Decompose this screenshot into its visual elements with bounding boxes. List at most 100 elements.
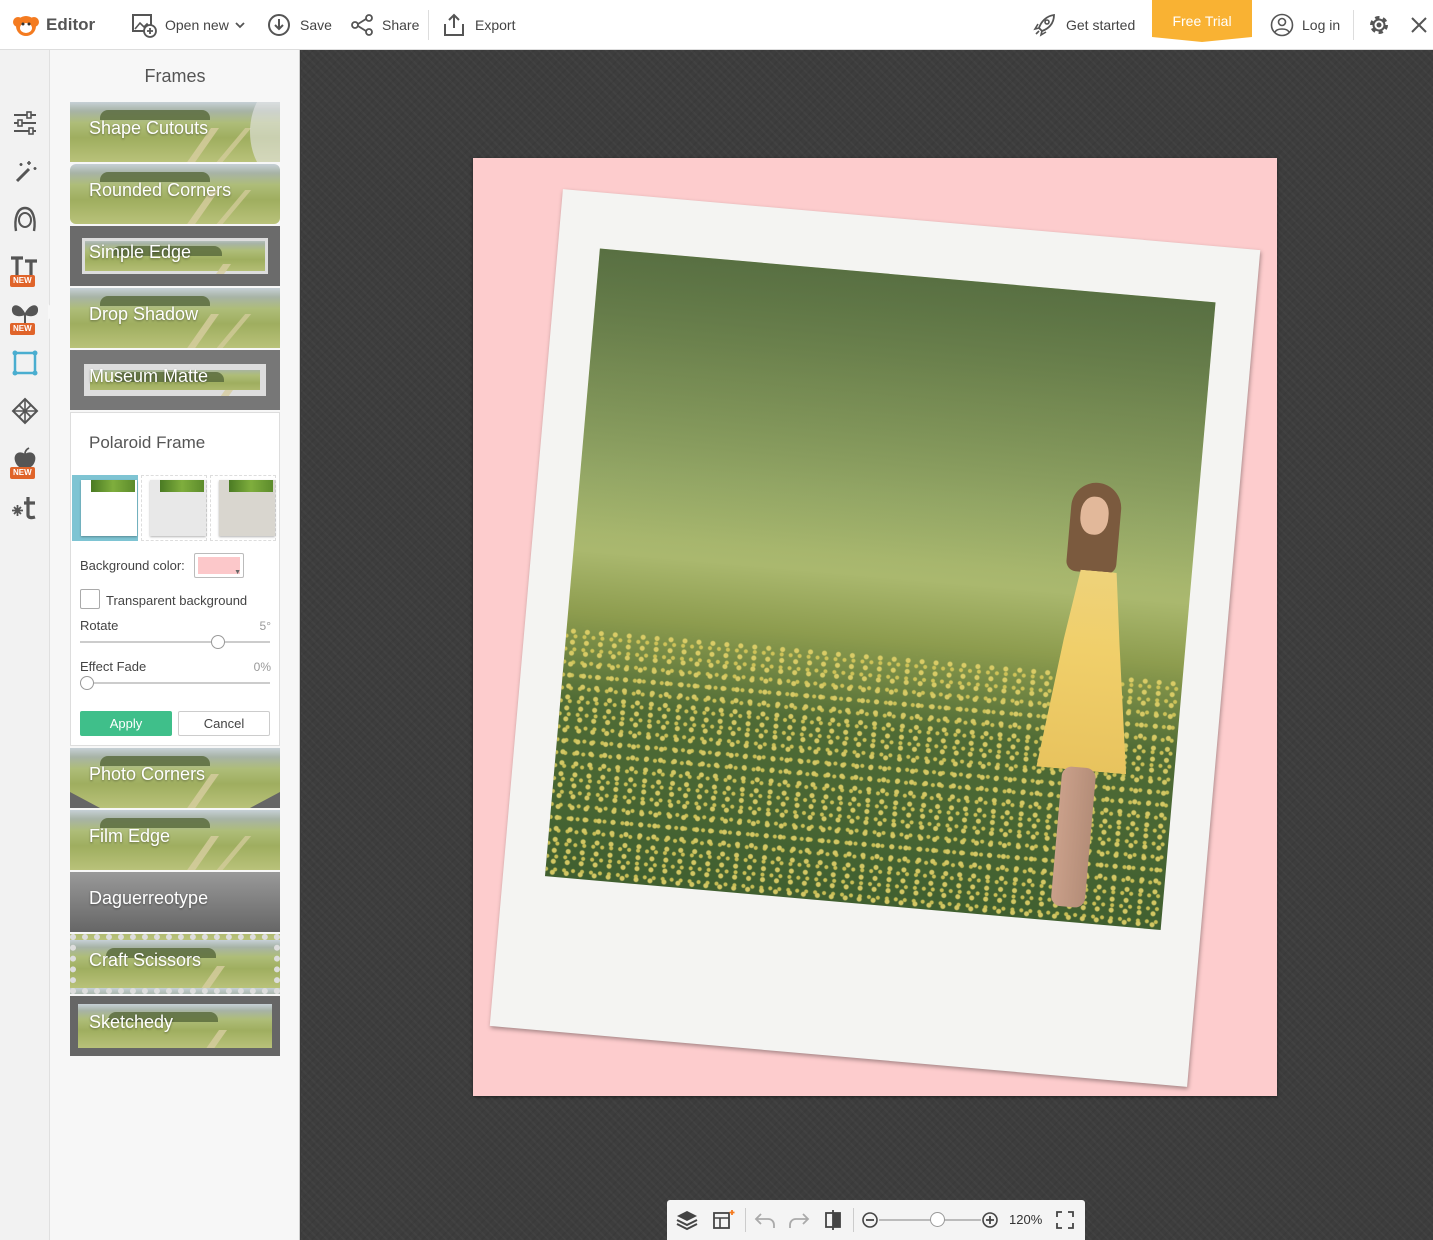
background-color-picker[interactable]: ▼ bbox=[194, 553, 244, 578]
frames-panel: Frames Shape Cutouts Rounded Corners Sim… bbox=[50, 50, 300, 1240]
frame-daguerreotype[interactable]: Daguerreotype bbox=[70, 872, 280, 932]
rotate-slider[interactable] bbox=[80, 635, 270, 649]
polaroid-style-gray[interactable] bbox=[141, 475, 207, 541]
zoom-slider-knob[interactable] bbox=[930, 1212, 945, 1227]
frame-icon bbox=[12, 350, 38, 376]
frame-label: Drop Shadow bbox=[89, 304, 199, 324]
frame-label: Daguerreotype bbox=[89, 888, 209, 908]
thumbnail-path bbox=[180, 264, 232, 274]
free-trial-button[interactable]: Free Trial bbox=[1152, 0, 1252, 42]
rail-item-seasonal[interactable]: NEW bbox=[8, 439, 42, 479]
canvas-area[interactable] bbox=[301, 50, 1433, 1240]
frame-label: Rounded Corners bbox=[89, 180, 232, 200]
open-new-label: Open new bbox=[165, 17, 229, 33]
slider-knob[interactable] bbox=[80, 676, 94, 690]
frame-photo-corners[interactable]: Photo Corners bbox=[70, 748, 280, 808]
polaroid-frame bbox=[489, 189, 1261, 1087]
close-button[interactable] bbox=[1410, 0, 1428, 50]
user-icon bbox=[1270, 13, 1294, 37]
rail-item-basic-edits[interactable] bbox=[8, 103, 42, 143]
layers-icon bbox=[676, 1211, 698, 1231]
polaroid-style-preview bbox=[219, 480, 275, 536]
save-label: Save bbox=[300, 17, 332, 33]
close-icon bbox=[1411, 17, 1427, 33]
settings-button[interactable] bbox=[1367, 0, 1391, 50]
frame-craft-scissors[interactable]: Craft Scissors bbox=[70, 934, 280, 994]
slider-track bbox=[80, 641, 270, 643]
frame-label: Film Edge bbox=[89, 826, 171, 846]
texture-icon bbox=[11, 397, 39, 425]
app-logo[interactable]: Editor bbox=[12, 0, 95, 50]
tool-rail: NEW NEW NEW bbox=[0, 50, 50, 1240]
cancel-button[interactable]: Cancel bbox=[178, 711, 270, 736]
polaroid-style-photo bbox=[160, 480, 204, 492]
toolbar-divider bbox=[1353, 10, 1354, 40]
themes-icon bbox=[12, 497, 36, 520]
cloud-save-icon bbox=[268, 14, 290, 36]
save-button[interactable]: Save bbox=[266, 0, 332, 50]
polaroid-style-preview bbox=[81, 480, 137, 536]
transparent-background-checkbox[interactable] bbox=[80, 589, 100, 609]
apply-button[interactable]: Apply bbox=[80, 711, 172, 736]
thumbnail-path bbox=[176, 1030, 228, 1048]
new-badge: NEW bbox=[10, 467, 35, 479]
rail-item-effects[interactable] bbox=[8, 151, 42, 191]
frame-drop-shadow[interactable]: Drop Shadow bbox=[70, 288, 280, 348]
slider-knob[interactable] bbox=[211, 635, 225, 649]
polaroid-style-textured[interactable] bbox=[210, 475, 276, 541]
log-in-button[interactable]: Log in bbox=[1270, 0, 1340, 50]
frame-label: Photo Corners bbox=[89, 764, 206, 784]
rail-item-themes[interactable] bbox=[8, 487, 42, 527]
share-button[interactable]: Share bbox=[350, 0, 419, 50]
frame-museum-matte[interactable]: Museum Matte bbox=[70, 350, 280, 410]
zoom-in-icon bbox=[982, 1212, 998, 1228]
subject-dress bbox=[1036, 567, 1143, 774]
toolbar-divider bbox=[853, 1208, 854, 1232]
export-button[interactable]: Export bbox=[441, 0, 515, 50]
frame-film-edge[interactable]: Film Edge bbox=[70, 810, 280, 870]
polaroid-style-white[interactable] bbox=[72, 475, 138, 541]
compare-button[interactable] bbox=[817, 1200, 849, 1240]
frame-sketchedy[interactable]: Sketchedy bbox=[70, 996, 280, 1056]
sliders-icon bbox=[14, 111, 36, 135]
top-toolbar: Editor Open new Save Share Export Get st… bbox=[0, 0, 1433, 50]
rail-item-graphics[interactable]: NEW bbox=[8, 295, 42, 335]
fullscreen-icon bbox=[1056, 1211, 1074, 1229]
dropdown-arrow-icon: ▼ bbox=[234, 569, 241, 576]
polaroid-title: Polaroid Frame bbox=[89, 433, 206, 452]
frame-label: Sketchedy bbox=[89, 1012, 174, 1032]
rail-item-frames[interactable] bbox=[8, 343, 42, 383]
rail-item-textures[interactable] bbox=[8, 391, 42, 431]
collage-button[interactable] bbox=[707, 1200, 739, 1240]
rail-item-text[interactable]: NEW bbox=[8, 247, 42, 287]
redo-button[interactable] bbox=[783, 1200, 815, 1240]
effect-fade-slider[interactable] bbox=[80, 676, 270, 690]
frame-simple-edge[interactable]: Simple Edge bbox=[70, 226, 280, 286]
effect-fade-label: Effect Fade bbox=[80, 659, 147, 674]
fullscreen-button[interactable] bbox=[1051, 1200, 1079, 1240]
polaroid-style-photo bbox=[91, 480, 135, 492]
undo-button[interactable] bbox=[749, 1200, 781, 1240]
get-started-button[interactable]: Get started bbox=[1032, 0, 1135, 50]
slider-track bbox=[80, 682, 270, 684]
rocket-icon bbox=[1033, 13, 1055, 37]
monkey-logo-icon bbox=[13, 16, 39, 36]
zoom-in-button[interactable] bbox=[977, 1200, 1003, 1240]
frame-label: Museum Matte bbox=[89, 366, 209, 386]
app-title: Editor bbox=[46, 15, 96, 34]
log-in-label: Log in bbox=[1302, 17, 1341, 33]
artboard[interactable] bbox=[473, 158, 1277, 1096]
open-new-button[interactable]: Open new bbox=[131, 0, 247, 50]
rail-item-touch-up[interactable] bbox=[8, 199, 42, 239]
bottom-toolbar: 120% bbox=[667, 1200, 1085, 1240]
zoom-level: 120% bbox=[1009, 1212, 1043, 1227]
frame-label: Craft Scissors bbox=[89, 950, 202, 970]
frame-rounded-corners[interactable]: Rounded Corners bbox=[70, 164, 280, 224]
layers-button[interactable] bbox=[671, 1200, 703, 1240]
background-color-label: Background color: bbox=[80, 558, 185, 573]
polaroid-style-preview bbox=[150, 480, 206, 536]
frame-shape-cutouts[interactable]: Shape Cutouts bbox=[70, 102, 280, 162]
gear-icon bbox=[1370, 16, 1388, 34]
rotate-value: 5° bbox=[259, 619, 271, 633]
toolbar-divider bbox=[428, 10, 429, 40]
